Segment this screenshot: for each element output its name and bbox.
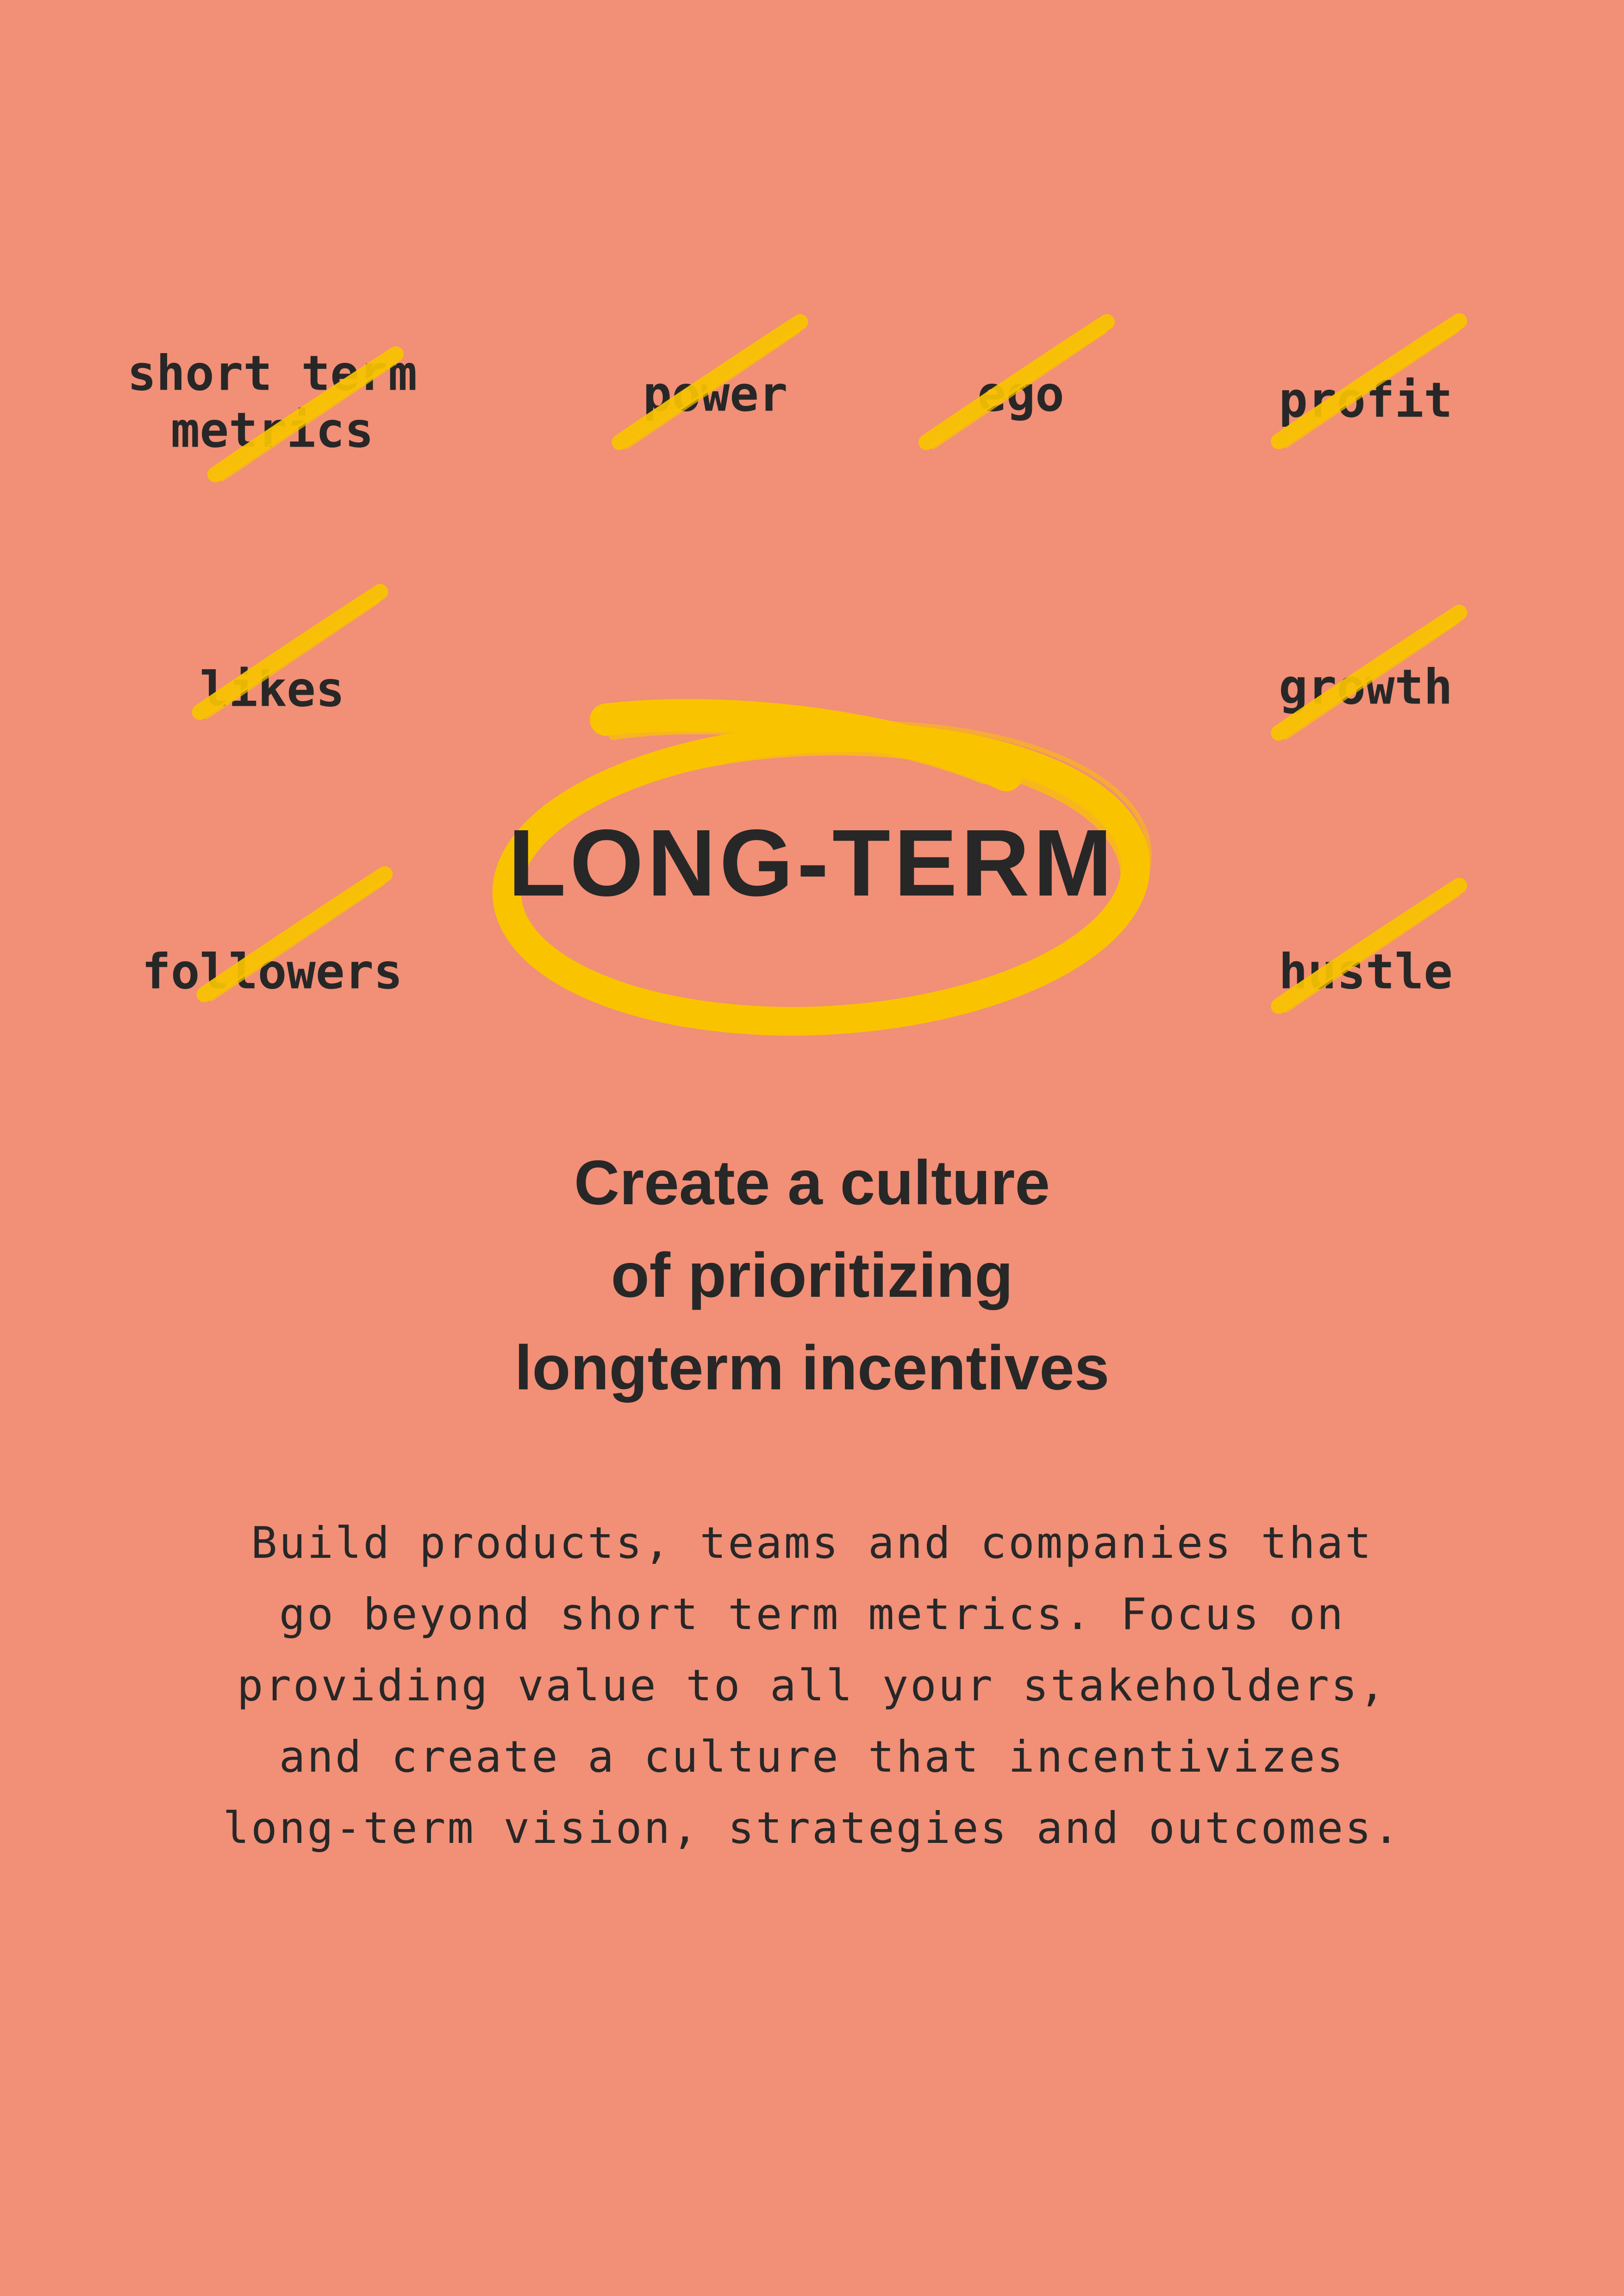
body-line: and create a culture that incentivizes: [279, 1732, 1345, 1782]
body-line: go beyond short term metrics. Focus on: [279, 1589, 1345, 1640]
crossed-word-ego: ego: [918, 314, 1115, 450]
circled-long-term: LONG-TERM: [465, 655, 1159, 1071]
body-paragraph: Build products, teams and companies that…: [0, 1508, 1624, 1864]
word-label: profit: [1279, 372, 1453, 429]
crossed-word-followers: followers: [142, 866, 403, 1002]
headline: Create a culture of prioritizing longter…: [0, 1136, 1624, 1414]
poster: short term metrics power ego profit like…: [0, 0, 1624, 2296]
word-label: growth: [1279, 659, 1453, 716]
crossed-word-profit: profit: [1271, 313, 1468, 449]
word-label: ego: [977, 366, 1064, 423]
word-label: likes: [200, 661, 345, 718]
word-label: followers: [142, 943, 403, 1000]
body-line: long-term vision, strategies and outcome…: [223, 1803, 1401, 1854]
crossed-word-short-term-metrics: short term metrics: [127, 345, 418, 483]
crossed-word-likes: likes: [192, 584, 388, 720]
headline-line: of prioritizing: [611, 1240, 1013, 1310]
crossed-word-growth: growth: [1271, 604, 1468, 741]
body-line: Build products, teams and companies that: [251, 1518, 1373, 1568]
word-label: hustle: [1279, 943, 1453, 1000]
crossed-word-hustle: hustle: [1271, 877, 1468, 1014]
crossed-word-power: power: [612, 314, 808, 450]
word-label: short term metrics: [127, 345, 418, 458]
center-word: LONG-TERM: [508, 810, 1116, 916]
headline-line: longterm incentives: [514, 1332, 1110, 1403]
body-line: providing value to all your stakeholders…: [237, 1661, 1387, 1711]
word-label: power: [643, 366, 788, 423]
headline-line: Create a culture: [574, 1147, 1050, 1218]
